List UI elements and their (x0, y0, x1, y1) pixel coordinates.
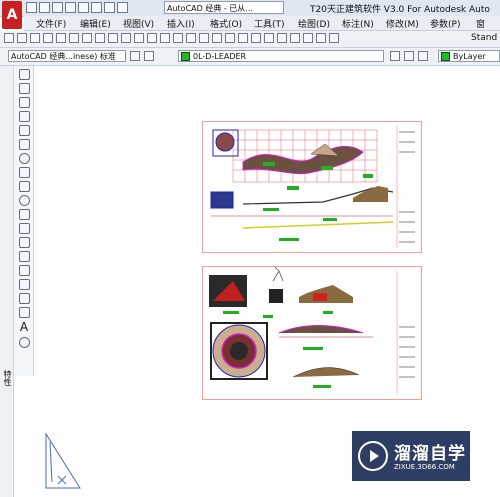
layer-color-swatch (181, 52, 190, 61)
add-selected-icon[interactable] (18, 337, 30, 348)
print-icon[interactable] (43, 33, 53, 43)
menu-edit[interactable]: 编辑(E) (80, 17, 111, 30)
print-icon[interactable] (78, 2, 89, 13)
save-as-icon[interactable] (65, 2, 76, 13)
multiline-text-tool[interactable]: A (15, 320, 33, 334)
layer-previous-icon[interactable] (404, 51, 414, 61)
workspace-select[interactable]: AutoCAD 经典 - 已从... (164, 1, 284, 14)
watermark-badge: 溜溜自学 ZIXUE.3D66.COM (352, 431, 470, 481)
standard-toolbar-icons (4, 33, 339, 43)
arc-icon[interactable] (18, 139, 30, 150)
make-block-icon[interactable] (18, 237, 30, 248)
menu-bar: 文件(F) 编辑(E) 视图(V) 插入(I) 格式(O) 工具(T) 绘图(D… (24, 16, 500, 31)
menu-draw[interactable]: 绘图(D) (298, 17, 330, 30)
ellipse-icon[interactable] (18, 195, 30, 206)
ellipse-arc-icon[interactable] (18, 209, 30, 220)
save-icon[interactable] (52, 2, 63, 13)
publish-icon[interactable] (69, 33, 79, 43)
spline-icon[interactable] (18, 181, 30, 192)
revision-cloud-icon[interactable] (18, 167, 30, 178)
zoom-previous-icon[interactable] (225, 33, 235, 43)
linetype-name: ByLayer (453, 52, 486, 61)
insert-block-icon[interactable] (18, 223, 30, 234)
watermark-url: ZIXUE.3D66.COM (394, 463, 455, 471)
redo-icon[interactable] (104, 2, 115, 13)
menu-modify[interactable]: 修改(M) (386, 17, 419, 30)
rectangle-icon[interactable] (18, 125, 30, 136)
menu-window[interactable]: 窗 (476, 17, 485, 30)
menu-view[interactable]: 视图(V) (123, 17, 154, 30)
print-preview-icon[interactable] (56, 33, 66, 43)
text-style-name[interactable]: Stand (471, 33, 497, 43)
gear-icon[interactable] (130, 51, 140, 61)
line-icon[interactable] (18, 69, 30, 80)
menu-parameter[interactable]: 参数(P) (430, 17, 460, 30)
layer-manager-icon[interactable] (144, 51, 154, 61)
new-icon[interactable] (26, 2, 37, 13)
title-bar: AutoCAD 经典 - 已从... T20天正建筑软件 V3.0 For Au… (0, 0, 500, 17)
drawing-sheet-upper[interactable] (202, 121, 422, 253)
ucs-icon (45, 432, 81, 489)
circle-icon[interactable] (18, 153, 30, 164)
sheet-set-icon[interactable] (277, 33, 287, 43)
menu-dimension[interactable]: 标注(N) (342, 17, 374, 30)
watermark-name: 溜溜自学 (394, 444, 466, 464)
hatch-icon[interactable] (18, 265, 30, 276)
new-icon[interactable] (4, 33, 14, 43)
cut-icon[interactable] (95, 33, 105, 43)
open-icon[interactable] (39, 2, 50, 13)
paste-icon[interactable] (121, 33, 131, 43)
draw-toolbar: A (15, 66, 34, 376)
quick-access-toolbar (26, 2, 128, 13)
standard-toolbar: Stand (0, 31, 500, 48)
play-logo-icon (358, 441, 388, 471)
table-icon[interactable] (18, 307, 30, 318)
layer-combo[interactable]: 0L-D-LEADER (178, 50, 384, 62)
markup-icon[interactable] (290, 33, 300, 43)
window-title: T20天正建筑软件 V3.0 For Autodesk Auto (310, 5, 490, 15)
menu-format[interactable]: 格式(O) (210, 17, 242, 30)
gear-icon[interactable] (117, 2, 128, 13)
polyline-icon[interactable] (18, 97, 30, 108)
text-style-icon[interactable] (329, 33, 339, 43)
construction-line-icon[interactable] (18, 83, 30, 94)
undo-icon[interactable] (160, 33, 170, 43)
properties-label: 特性 (3, 370, 12, 386)
workspace-combo[interactable]: AutoCAD 经典...inese) 标准 (8, 50, 126, 62)
menu-insert[interactable]: 插入(I) (167, 17, 195, 30)
open-icon[interactable] (17, 33, 27, 43)
linetype-combo[interactable]: ByLayer (438, 50, 500, 62)
layers-toolbar: AutoCAD 经典...inese) 标准 0L-D-LEADER ByLay… (0, 48, 500, 66)
calculator-icon[interactable] (303, 33, 313, 43)
match-properties-icon[interactable] (134, 33, 144, 43)
point-icon[interactable] (18, 251, 30, 262)
gradient-icon[interactable] (18, 279, 30, 290)
tool-palettes-icon[interactable] (264, 33, 274, 43)
undo-icon[interactable] (91, 2, 102, 13)
properties-icon[interactable] (238, 33, 248, 43)
redo-icon[interactable] (173, 33, 183, 43)
help-icon[interactable] (316, 33, 326, 43)
zoom-window-icon[interactable] (212, 33, 222, 43)
sheet-lower-drawing (209, 266, 415, 395)
menu-tools[interactable]: 工具(T) (254, 17, 285, 30)
save-icon[interactable] (30, 33, 40, 43)
menu-file[interactable]: 文件(F) (36, 17, 66, 30)
plot-icon[interactable] (82, 33, 92, 43)
linetype-color-swatch (441, 52, 450, 61)
sheet-upper-drawing (210, 126, 415, 248)
pan-icon[interactable] (186, 33, 196, 43)
properties-panel-strip[interactable]: 特性 (0, 66, 14, 497)
make-current-icon[interactable] (390, 51, 400, 61)
region-icon[interactable] (18, 293, 30, 304)
block-editor-icon[interactable] (147, 33, 157, 43)
polygon-icon[interactable] (18, 111, 30, 122)
layer-states-icon[interactable] (418, 51, 428, 61)
design-center-icon[interactable] (251, 33, 261, 43)
copy-icon[interactable] (108, 33, 118, 43)
layer-name: 0L-D-LEADER (193, 52, 247, 61)
zoom-realtime-icon[interactable] (199, 33, 209, 43)
drawing-sheet-lower[interactable] (202, 266, 422, 400)
app-logo[interactable]: A (2, 1, 22, 29)
